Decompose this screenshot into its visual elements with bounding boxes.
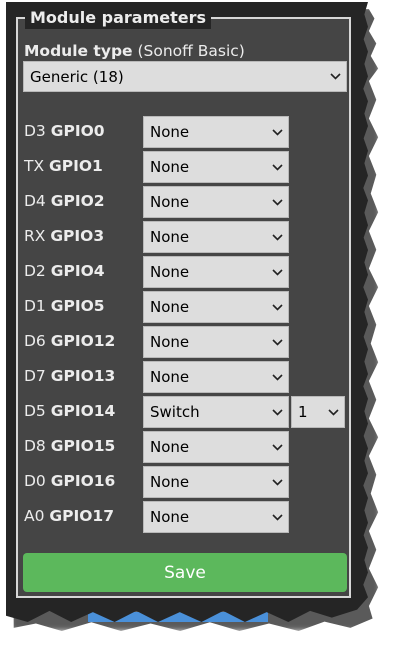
gpio-name: GPIO14 <box>50 402 116 420</box>
gpio-name: GPIO2 <box>50 192 105 210</box>
pin-name: D8 <box>24 437 46 455</box>
pin-name: D6 <box>24 332 46 350</box>
chevron-down-icon <box>266 198 288 206</box>
gpio-name: GPIO15 <box>50 437 116 455</box>
gpio-select-value: None <box>150 333 190 351</box>
gpio-select-value: Switch <box>150 403 200 421</box>
chevron-down-icon <box>266 303 288 311</box>
gpio-label: D4 GPIO2 <box>24 191 105 211</box>
chevron-down-icon <box>266 443 288 451</box>
module-type-current: (Sonoff Basic) <box>137 42 245 60</box>
gpio-label: D3 GPIO0 <box>24 121 105 141</box>
gpio-select-value: None <box>150 158 190 176</box>
chevron-down-icon <box>266 233 288 241</box>
chevron-down-icon <box>266 163 288 171</box>
gpio-name: GPIO5 <box>50 297 105 315</box>
pin-name: D2 <box>24 262 46 280</box>
gpio-select-value: None <box>150 473 190 491</box>
pin-name: D5 <box>24 402 46 420</box>
chevron-down-icon <box>266 128 288 136</box>
gpio-select-value: None <box>150 438 190 456</box>
chevron-down-icon <box>266 268 288 276</box>
gpio-select-value: None <box>150 228 190 246</box>
gpio-select-value: None <box>150 263 190 281</box>
gpio-label: D7 GPIO13 <box>24 366 115 386</box>
gpio-select[interactable]: None <box>143 291 289 323</box>
pin-name: D0 <box>24 472 46 490</box>
gpio-label: D1 GPIO5 <box>24 296 105 316</box>
gpio-select[interactable]: None <box>143 501 289 533</box>
gpio-select[interactable]: None <box>143 466 289 498</box>
gpio-label: D5 GPIO14 <box>24 401 115 421</box>
gpio-label: A0 GPIO17 <box>24 506 114 526</box>
chevron-down-icon <box>266 513 288 521</box>
gpio-select-value: None <box>150 123 190 141</box>
module-type-select[interactable]: Generic (18) <box>23 61 347 92</box>
gpio-label: D0 GPIO16 <box>24 471 115 491</box>
gpio-name: GPIO4 <box>50 262 105 280</box>
pin-name: TX <box>24 157 45 175</box>
chevron-down-icon <box>266 478 288 486</box>
chevron-down-icon <box>266 373 288 381</box>
gpio-name: GPIO17 <box>49 507 115 525</box>
gpio-select-value: None <box>150 368 190 386</box>
gpio-name: GPIO1 <box>49 157 103 175</box>
module-type-title: Module type <box>24 42 133 60</box>
gpio-label: TX GPIO1 <box>24 156 103 176</box>
gpio-select[interactable]: None <box>143 186 289 218</box>
chevron-down-icon <box>324 73 346 80</box>
gpio-select[interactable]: None <box>143 116 289 148</box>
gpio-label: D6 GPIO12 <box>24 331 115 351</box>
pin-name: D4 <box>24 192 46 210</box>
gpio-name: GPIO13 <box>50 367 116 385</box>
gpio-select[interactable]: None <box>143 431 289 463</box>
gpio-select[interactable]: None <box>143 151 289 183</box>
module-type-label: Module type (Sonoff Basic) <box>24 40 245 62</box>
gpio-select-value: None <box>150 193 190 211</box>
gpio-name: GPIO16 <box>50 472 116 490</box>
gpio-select-value: None <box>150 508 190 526</box>
gpio-select[interactable]: None <box>143 361 289 393</box>
pin-name: A0 <box>24 507 45 525</box>
chevron-down-icon <box>322 408 344 416</box>
gpio-label: D2 GPIO4 <box>24 261 105 281</box>
gpio-name: GPIO3 <box>50 227 105 245</box>
gpio-index-value: 1 <box>298 403 308 421</box>
gpio-select[interactable]: None <box>143 256 289 288</box>
chevron-down-icon <box>266 338 288 346</box>
pin-name: D7 <box>24 367 46 385</box>
fieldset-legend: Module parameters <box>25 7 212 29</box>
gpio-select[interactable]: None <box>143 326 289 358</box>
gpio-select[interactable]: None <box>143 221 289 253</box>
gpio-label: D8 GPIO15 <box>24 436 115 456</box>
gpio-name: GPIO0 <box>50 122 105 140</box>
pin-name: D3 <box>24 122 46 140</box>
gpio-label: RX GPIO3 <box>24 226 104 246</box>
gpio-select-value: None <box>150 298 190 316</box>
module-type-value: Generic (18) <box>30 67 124 86</box>
gpio-name: GPIO12 <box>50 332 116 350</box>
chevron-down-icon <box>266 408 288 416</box>
pin-name: D1 <box>24 297 46 315</box>
save-button[interactable]: Save <box>23 553 347 592</box>
pin-name: RX <box>24 227 46 245</box>
gpio-index-select[interactable]: 1 <box>291 396 345 428</box>
gpio-select[interactable]: Switch <box>143 396 289 428</box>
